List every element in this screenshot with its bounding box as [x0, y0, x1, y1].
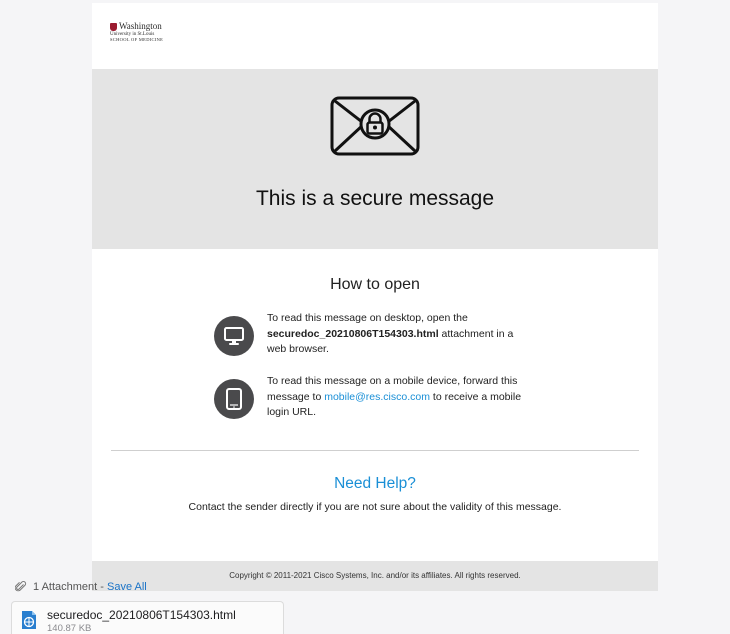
secure-envelope-lock-icon	[330, 96, 420, 156]
attachment-item[interactable]: securedoc_20210806T154303.html 140.87 KB	[11, 601, 284, 634]
how-to-open-heading: How to open	[330, 276, 420, 293]
need-help-heading: Need Help?	[334, 475, 416, 492]
mobile-email-link[interactable]: mobile@res.cisco.com	[324, 391, 430, 403]
attachment-count: 1 Attachment - Save All	[33, 581, 147, 593]
mail-reading-pane: Washington University in St.Louis School…	[0, 0, 730, 634]
logo-wordmark: Washington	[119, 21, 162, 31]
paperclip-icon	[15, 581, 27, 592]
desktop-step-badge	[214, 316, 254, 356]
attachments-bar: 1 Attachment - Save All	[15, 581, 147, 593]
secure-message-email: Washington University in St.Louis School…	[92, 3, 658, 591]
hero-band: This is a secure message	[92, 69, 658, 249]
attachment-filename: securedoc_20210806T154303.html	[267, 327, 439, 340]
crest-icon	[110, 22, 117, 31]
copyright-footer: Copyright © 2011-2021 Cisco Systems, Inc…	[92, 561, 658, 591]
monitor-icon	[224, 327, 244, 345]
mobile-instruction: To read this message on a mobile device,…	[267, 374, 535, 421]
attachment-filename-label[interactable]: securedoc_20210806T154303.html	[47, 608, 236, 622]
instructions-section: How to open To read this message on desk…	[92, 249, 658, 561]
desktop-instruction: To read this message on desktop, open th…	[267, 311, 535, 358]
html-file-icon	[22, 611, 36, 629]
logo-line-1: Washington	[110, 22, 163, 31]
logo-line-3: School of Medicine	[110, 37, 164, 42]
contact-sender-text: Contact the sender directly if you are n…	[188, 501, 562, 513]
washu-logo: Washington University in St.Louis School…	[110, 22, 163, 43]
attachment-size: 140.87 KB	[47, 623, 92, 634]
secure-message-title: This is a secure message	[255, 187, 495, 210]
attachment-separator: -	[97, 581, 107, 593]
attachment-count-label: 1 Attachment	[33, 581, 98, 593]
section-divider	[111, 450, 639, 451]
mobile-step-badge	[214, 379, 254, 419]
tablet-icon	[226, 388, 242, 410]
logo-band: Washington University in St.Louis School…	[92, 3, 658, 69]
desktop-text-before: To read this message on desktop, open th…	[267, 312, 468, 324]
save-all-link[interactable]: Save All	[107, 581, 147, 593]
